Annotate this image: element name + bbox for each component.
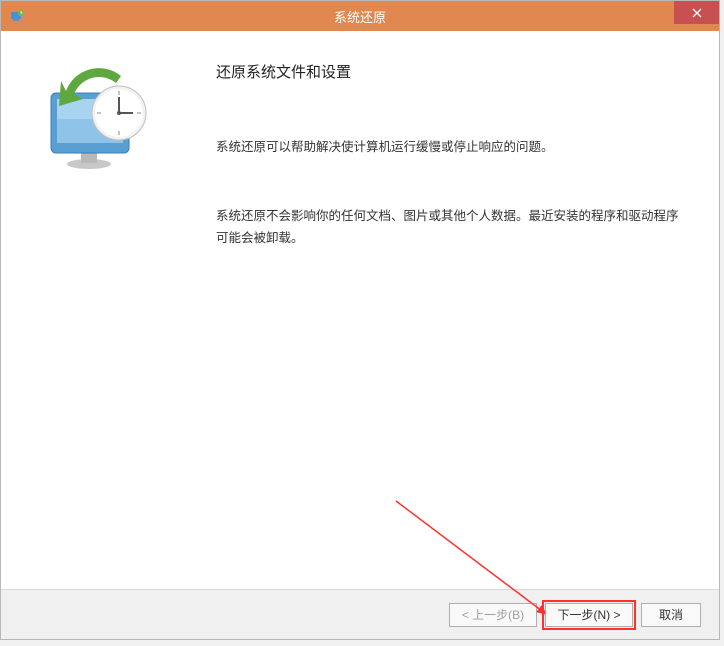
- close-button[interactable]: [674, 1, 719, 24]
- app-icon: [9, 8, 25, 24]
- window-title: 系统还原: [334, 7, 386, 26]
- system-restore-window: 系统还原: [0, 0, 720, 640]
- close-icon: [692, 8, 702, 18]
- titlebar: 系统还原: [1, 1, 719, 31]
- wizard-footer: < 上一步(B) 下一步(N) > 取消: [1, 589, 719, 639]
- page-heading: 还原系统文件和设置: [216, 61, 689, 82]
- back-button: < 上一步(B): [449, 603, 537, 627]
- description-1: 系统还原可以帮助解决使计算机运行缓慢或停止响应的问题。: [216, 137, 689, 158]
- system-restore-icon: [41, 61, 156, 176]
- cancel-button[interactable]: 取消: [641, 603, 701, 627]
- next-button[interactable]: 下一步(N) >: [545, 603, 633, 627]
- wizard-body: 还原系统文件和设置 系统还原可以帮助解决使计算机运行缓慢或停止响应的问题。 系统…: [1, 31, 719, 589]
- icon-panel: [1, 31, 196, 589]
- description-2: 系统还原不会影响你的任何文档、图片或其他个人数据。最近安装的程序和驱动程序可能会…: [216, 206, 689, 249]
- content-panel: 还原系统文件和设置 系统还原可以帮助解决使计算机运行缓慢或停止响应的问题。 系统…: [196, 31, 719, 589]
